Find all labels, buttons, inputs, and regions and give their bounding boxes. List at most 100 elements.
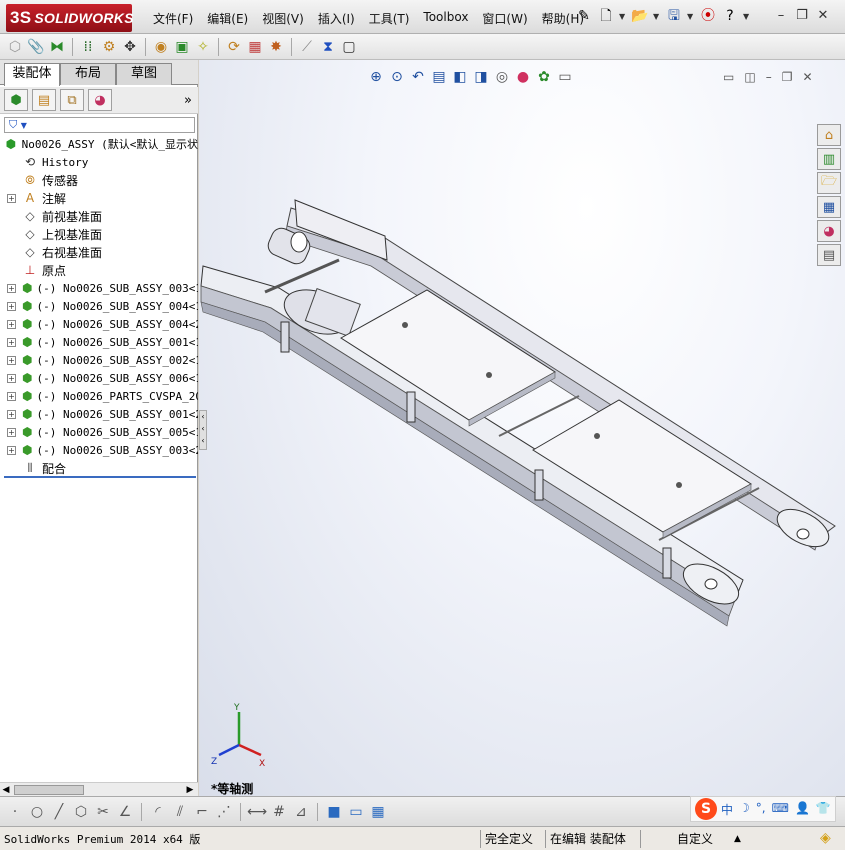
bill-of-materials-icon[interactable]: ▦	[246, 38, 264, 56]
solidworks-logo[interactable]: 3S SOLIDWORKS	[6, 4, 134, 32]
exploded-view-icon[interactable]: ✸	[267, 38, 285, 56]
zoom-to-fit-icon[interactable]: ⊕	[367, 68, 385, 86]
scroll-right-icon[interactable]: ▶	[184, 783, 196, 797]
previous-view-icon[interactable]: ↶	[409, 68, 427, 86]
explode-line-icon[interactable]: ⟋	[298, 38, 316, 56]
assembly-features-icon[interactable]: ▣	[173, 38, 191, 56]
sketch-fillet-icon[interactable]: ◜	[149, 803, 167, 821]
scroll-thumb[interactable]	[14, 785, 84, 795]
expand-toggle-icon[interactable]: +	[7, 283, 16, 293]
polygon-icon[interactable]: ⬡	[72, 803, 90, 821]
tree-item[interactable]: + ⬢ (-) No0026_SUB_ASSY_004<2	[0, 315, 198, 333]
trim-icon[interactable]: ✂	[94, 803, 112, 821]
menu-item-5[interactable]: Toolbox	[416, 8, 475, 29]
menu-item-4[interactable]: 工具(T)	[362, 8, 417, 29]
minimize-button[interactable]: –	[773, 8, 789, 24]
tree-item[interactable]: ⬢ No0026_ASSY (默认<默认_显示状	[0, 135, 198, 153]
reference-geometry-icon[interactable]: ✧	[194, 38, 212, 56]
corner-icon[interactable]: ⌐	[193, 803, 211, 821]
open-dropdown-caret[interactable]: ▼	[653, 12, 661, 21]
close-button[interactable]: ✕	[815, 8, 831, 24]
point-icon[interactable]: ·	[6, 803, 24, 821]
tree-item[interactable]: ⦾ 传感器	[0, 171, 198, 189]
view-palette-icon[interactable]: ▦	[817, 196, 841, 218]
view-settings-icon[interactable]: ▭	[556, 68, 574, 86]
tab-layout[interactable]: 布局	[60, 63, 116, 85]
menu-item-3[interactable]: 插入(I)	[311, 8, 362, 29]
tree-item[interactable]: + ⬢ (-) No0026_SUB_ASSY_003<1	[0, 279, 198, 297]
new-motion-study-icon[interactable]: ⟳	[225, 38, 243, 56]
ime-item-1[interactable]: ☽	[739, 801, 750, 818]
ime-item-4[interactable]: 👤	[795, 801, 810, 818]
edit-appearance-icon[interactable]: ●	[514, 68, 532, 86]
more-tabs-icon[interactable]: »	[184, 93, 192, 108]
tree-item[interactable]: + ⬢ (-) No0026_SUB_ASSY_003<2	[0, 441, 198, 459]
display-style-icon[interactable]: ◨	[472, 68, 490, 86]
tree-item[interactable]: + A 注解	[0, 189, 198, 207]
construction-icon[interactable]: ⋰	[215, 803, 233, 821]
display-manager-icon[interactable]: ◕	[88, 89, 112, 111]
tree-item[interactable]: ⫴ 配合	[0, 459, 198, 477]
filter-dropdown-caret[interactable]: ▼	[21, 121, 27, 130]
new-dropdown-caret[interactable]: ▼	[619, 12, 627, 21]
unit-dropdown-icon[interactable]: ▲	[734, 830, 741, 848]
expand-toggle-icon[interactable]: +	[7, 391, 16, 401]
tree-item[interactable]: ◇ 右视基准面	[0, 243, 198, 261]
custom-properties-icon[interactable]: ▤	[817, 244, 841, 266]
tree-item[interactable]: + ⬢ (-) No0026_SUB_ASSY_005<1	[0, 423, 198, 441]
tree-item[interactable]: ⟲ History	[0, 153, 198, 171]
save-dropdown-caret[interactable]: ▼	[687, 12, 695, 21]
ime-item-2[interactable]: °,	[756, 801, 766, 818]
menu-item-6[interactable]: 窗口(W)	[475, 8, 534, 29]
expand-toggle-icon[interactable]: +	[7, 301, 16, 311]
expand-toggle-icon[interactable]: +	[7, 319, 16, 329]
move-component-icon[interactable]: ✥	[121, 38, 139, 56]
instant3d-icon[interactable]: ▢	[340, 38, 358, 56]
section-view-icon[interactable]: ▤	[430, 68, 448, 86]
split-horizontal-icon[interactable]: ▭	[723, 70, 734, 84]
help-icon[interactable]: ?	[721, 7, 739, 25]
menu-item-1[interactable]: 编辑(E)	[200, 8, 255, 29]
save-icon[interactable]: 🖫	[665, 7, 683, 25]
restore-button[interactable]: ❐	[794, 8, 810, 24]
tree-filter[interactable]: ⛉ ▼	[4, 117, 195, 133]
menu-item-2[interactable]: 视图(V)	[255, 8, 311, 29]
tree-item[interactable]: + ⬢ (-) No0026_SUB_ASSY_001<1	[0, 333, 198, 351]
tree-horizontal-scrollbar[interactable]: ◀ ▶	[0, 782, 198, 796]
pin-icon[interactable]: ✎	[575, 7, 593, 25]
appearances-icon[interactable]: ◕	[817, 220, 841, 242]
expand-toggle-icon[interactable]: +	[7, 427, 16, 437]
solidworks-resources-icon[interactable]: ⌂	[817, 124, 841, 146]
angle-icon[interactable]: ∠	[116, 803, 134, 821]
expand-toggle-icon[interactable]: +	[7, 355, 16, 365]
tree-item[interactable]: + ⬢ (-) No0026_SUB_ASSY_006<1	[0, 369, 198, 387]
expand-toggle-icon[interactable]: +	[7, 373, 16, 383]
tree-item[interactable]: + ⬢ (-) No0026_SUB_ASSY_002<1	[0, 351, 198, 369]
ime-item-0[interactable]: 中	[721, 801, 733, 818]
tree-item[interactable]: ⊥ 原点	[0, 261, 198, 279]
tree-item[interactable]: + ⬢ (-) No0026_SUB_ASSY_001<2	[0, 405, 198, 423]
quick-tips-icon[interactable]: ◈	[820, 830, 831, 846]
configuration-manager-icon[interactable]: ⧉	[60, 89, 84, 111]
offset-icon[interactable]: ⫽	[171, 803, 189, 821]
hide-show-items-icon[interactable]: ◎	[493, 68, 511, 86]
relations-icon[interactable]: ⊿	[292, 803, 310, 821]
tab-assembly[interactable]: 装配体	[4, 63, 60, 86]
circle-icon[interactable]: ○	[28, 803, 46, 821]
property-manager-icon[interactable]: ▤	[32, 89, 56, 111]
file-explorer-icon[interactable]: 🗁	[817, 172, 841, 194]
grid-icon[interactable]: #	[270, 803, 288, 821]
unit-system[interactable]: 自定义	[640, 830, 740, 848]
help-dropdown-caret[interactable]: ▼	[743, 12, 751, 21]
tree-item[interactable]: + ⬢ (-) No0026_PARTS_CVSPA_200	[0, 387, 198, 405]
viewport-close-icon[interactable]: ✕	[802, 70, 812, 84]
view-orientation-icon[interactable]: ◧	[451, 68, 469, 86]
ime-item-3[interactable]: ⌨	[772, 801, 789, 818]
pane-splitter-grip[interactable]: ‹ ‹ ‹	[199, 410, 207, 450]
zoom-to-area-icon[interactable]: ⊙	[388, 68, 406, 86]
design-library-icon[interactable]: ▥	[817, 148, 841, 170]
viewport-restore-icon[interactable]: ❐	[782, 70, 793, 84]
expand-toggle-icon[interactable]: +	[7, 337, 16, 347]
tree-item[interactable]: + ⬢ (-) No0026_SUB_ASSY_004<1	[0, 297, 198, 315]
line-icon[interactable]: ╱	[50, 803, 68, 821]
